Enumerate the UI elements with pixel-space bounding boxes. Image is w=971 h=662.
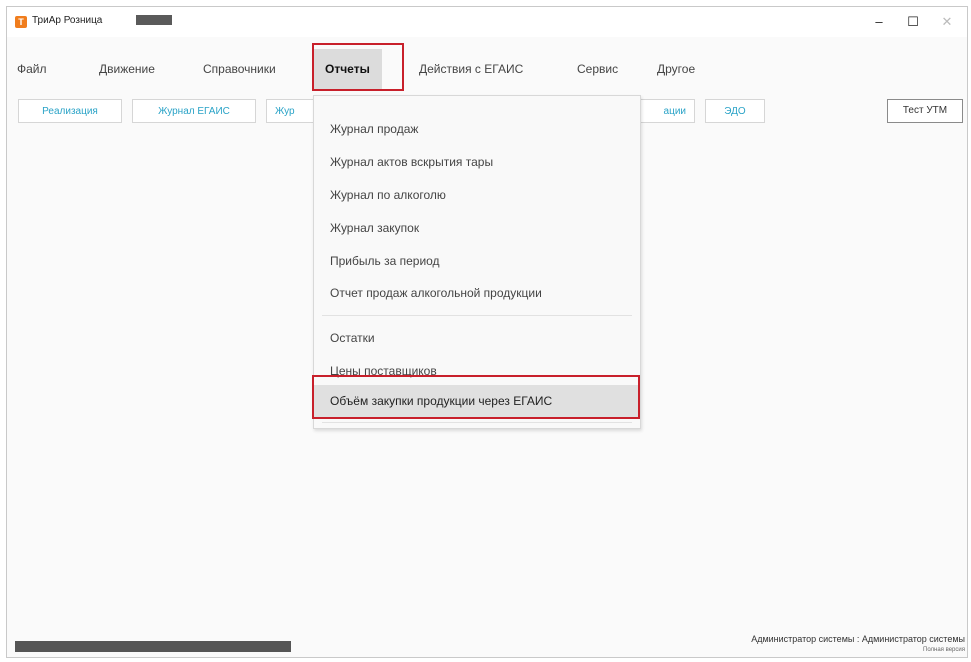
app-window: Т ТриАр Розница – ☐ ✕ Файл Движение Спра…	[6, 6, 968, 658]
menu-movement[interactable]: Движение	[99, 49, 155, 89]
tab-sales[interactable]: Реализация	[18, 99, 122, 123]
dropdown-separator-bottom	[322, 422, 632, 423]
window-title: ТриАр Розница	[32, 15, 103, 26]
menu-other[interactable]: Другое	[657, 49, 695, 89]
dropdown-item-sales-journal[interactable]: Журнал продаж	[314, 113, 640, 145]
redacted-title-suffix	[136, 15, 172, 25]
reports-dropdown: Журнал продаж Журнал актов вскрытия тары…	[313, 95, 641, 429]
tab-edo[interactable]: ЭДО	[705, 99, 765, 123]
tab-egais-journal[interactable]: Журнал ЕГАИС	[132, 99, 256, 123]
app-logo-icon: Т	[15, 16, 27, 28]
menu-references[interactable]: Справочники	[203, 49, 276, 89]
menu-file[interactable]: Файл	[17, 49, 47, 89]
dropdown-item-profit-period[interactable]: Прибыль за период	[314, 245, 640, 277]
tab-journal-partial[interactable]: Жур	[266, 99, 314, 123]
status-user: Администратор системы : Администратор си…	[751, 634, 965, 644]
tab-partial-actions[interactable]: ации	[641, 99, 695, 123]
menu-egais-actions[interactable]: Действия с ЕГАИС	[419, 49, 523, 89]
status-version: Полная версия	[923, 647, 965, 653]
dropdown-item-purchase-journal[interactable]: Журнал закупок	[314, 212, 640, 244]
dropdown-item-egais-purchase-volume[interactable]: Объём закупки продукции через ЕГАИС	[314, 385, 640, 417]
dropdown-separator	[322, 315, 632, 316]
dropdown-item-alcohol-sales-report[interactable]: Отчет продаж алкогольной продукции	[314, 277, 640, 309]
maximize-button[interactable]: ☐	[897, 9, 929, 35]
dropdown-item-supplier-prices[interactable]: Цены поставщиков	[314, 355, 640, 387]
close-button[interactable]: ✕	[931, 9, 963, 35]
dropdown-item-alcohol-journal[interactable]: Журнал по алкоголю	[314, 179, 640, 211]
dropdown-item-stock[interactable]: Остатки	[314, 322, 640, 354]
redacted-status-left	[15, 641, 291, 652]
minimize-button[interactable]: –	[863, 9, 895, 35]
menu-service[interactable]: Сервис	[577, 49, 618, 89]
dropdown-item-container-opening-journal[interactable]: Журнал актов вскрытия тары	[314, 146, 640, 178]
menu-bar: Файл Движение Справочники Отчеты Действи…	[7, 49, 967, 89]
title-bar: Т ТриАр Розница – ☐ ✕	[7, 7, 967, 37]
menu-reports[interactable]: Отчеты	[313, 49, 382, 89]
test-utm-button[interactable]: Тест УТМ	[887, 99, 963, 123]
